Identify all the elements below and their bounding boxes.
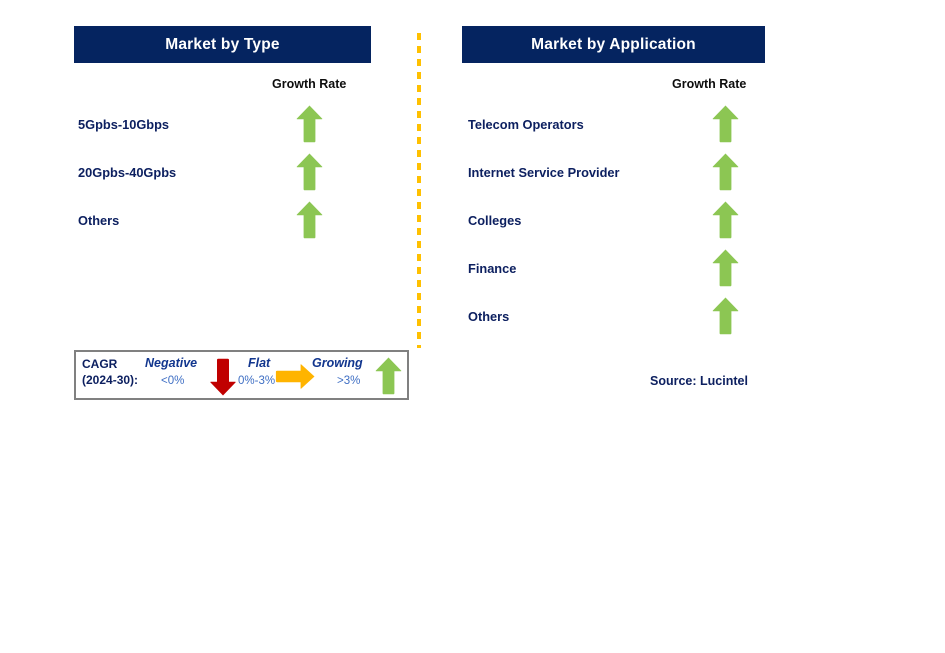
arrow-up-icon <box>296 201 323 239</box>
panel-title-market-by-type: Market by Type <box>165 35 280 53</box>
arrow-up-icon <box>712 297 739 335</box>
row-label-colleges: Colleges <box>468 213 522 228</box>
arrow-right-icon <box>275 364 315 389</box>
row-label-others-application: Others <box>468 309 510 324</box>
legend-term-growing: Growing <box>312 356 363 370</box>
arrow-up-icon <box>375 357 402 395</box>
row-label-20gpbs-40gpbs: 20Gpbs-40Gpbs <box>78 165 177 180</box>
arrow-up-icon <box>712 153 739 191</box>
row-label-finance: Finance <box>468 261 517 276</box>
row-label-others-type: Others <box>78 213 120 228</box>
arrow-up-icon <box>712 249 739 287</box>
legend-range-negative: <0% <box>161 375 185 387</box>
growth-rate-column-header-application: Growth Rate <box>672 77 747 91</box>
arrow-up-icon <box>296 105 323 143</box>
legend-title-years: (2024-30): <box>82 373 139 387</box>
source-note: Source: Lucintel <box>650 374 748 388</box>
legend-range-flat: 0%-3% <box>238 375 276 387</box>
legend-title-cagr: CAGR <box>82 357 118 371</box>
row-label-telecom-operators: Telecom Operators <box>468 117 584 132</box>
legend-term-negative: Negative <box>145 356 198 370</box>
arrow-up-icon <box>296 153 323 191</box>
arrow-up-icon <box>712 105 739 143</box>
arrow-down-icon <box>210 358 236 396</box>
panel-header-market-by-type: Market by Type <box>74 26 371 63</box>
legend-term-flat: Flat <box>248 356 271 370</box>
legend-range-growing: >3% <box>337 375 361 387</box>
panel-header-market-by-application: Market by Application <box>462 26 765 63</box>
vertical-dashed-divider <box>417 33 421 348</box>
row-label-5gpbs-10gbps: 5Gpbs-10Gbps <box>78 117 170 132</box>
panel-title-market-by-application: Market by Application <box>531 35 696 53</box>
arrow-up-icon <box>712 201 739 239</box>
row-label-internet-service-provider: Internet Service Provider <box>468 165 620 180</box>
growth-rate-column-header-type: Growth Rate <box>272 77 347 91</box>
infographic-canvas: Market by Type Growth Rate 5Gpbs-10Gbps … <box>0 0 945 653</box>
